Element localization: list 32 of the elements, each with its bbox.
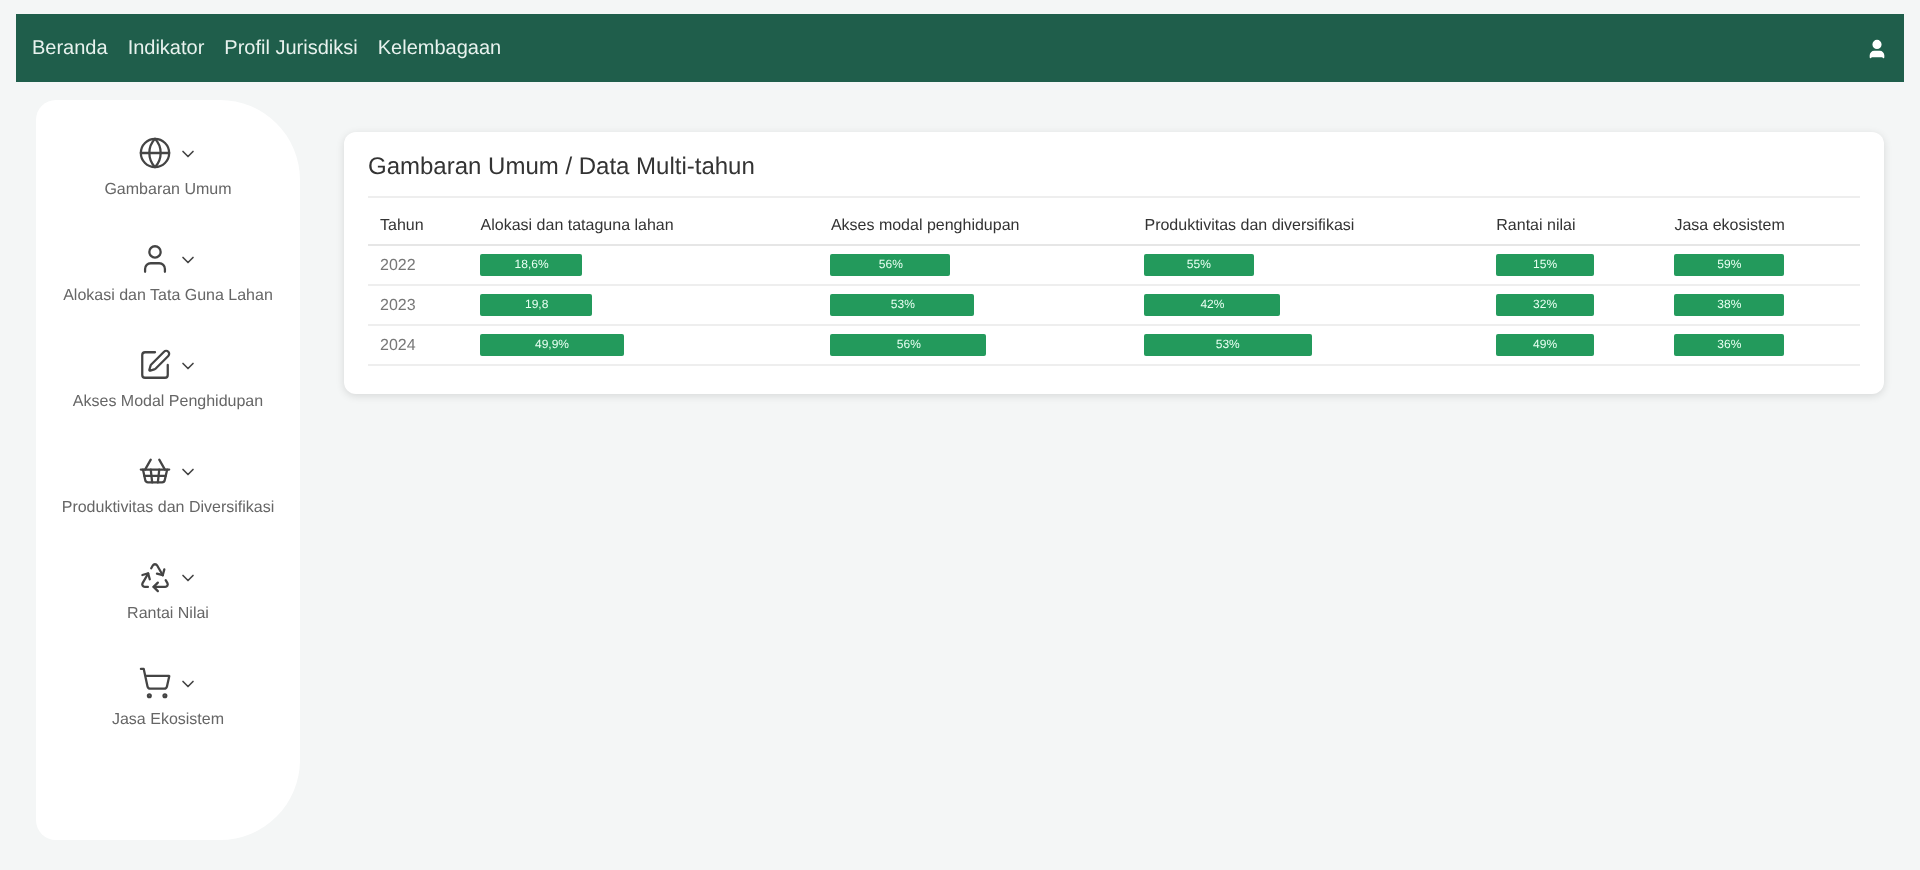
nav-link[interactable]: Profil Jurisdiksi bbox=[224, 37, 358, 59]
column-header: Alokasi dan tataguna lahan bbox=[468, 206, 819, 245]
sidebar-item[interactable]: Akses Modal Penghidupan bbox=[72, 348, 264, 410]
column-header: Produktivitas dan diversifikasi bbox=[1132, 206, 1485, 245]
sidebar-item[interactable]: Alokasi dan Tata Guna Lahan bbox=[63, 242, 273, 304]
edit-icon bbox=[138, 348, 172, 382]
sidebar-label: Produktivitas dan Diversifikasi bbox=[61, 498, 275, 516]
sidebar-item[interactable]: Rantai Nilai bbox=[127, 560, 209, 622]
sidebar-label: Gambaran Umum bbox=[104, 180, 232, 198]
sidebar-label: Akses Modal Penghidupan bbox=[72, 392, 264, 410]
sidebar-label: Rantai Nilai bbox=[127, 604, 209, 622]
user-icon[interactable] bbox=[1866, 37, 1888, 59]
sidebar-label: Alokasi dan Tata Guna Lahan bbox=[63, 286, 273, 304]
card-title: Gambaran Umum / Data Multi-tahun bbox=[368, 152, 1860, 198]
recycle-icon bbox=[138, 560, 172, 594]
column-header: Rantai nilai bbox=[1484, 206, 1663, 245]
sidebar-item[interactable]: Jasa Ekosistem bbox=[111, 666, 225, 728]
sidebar-item[interactable]: Produktivitas dan Diversifikasi bbox=[61, 454, 275, 516]
sidebar-item[interactable]: Gambaran Umum bbox=[104, 136, 232, 198]
globe-icon bbox=[137, 136, 172, 170]
column-header: Akses modal penghidupan bbox=[818, 206, 1133, 245]
year-cell: 2024 bbox=[368, 325, 469, 365]
sidebar-label: Jasa Ekosistem bbox=[111, 710, 225, 728]
year-cell: 2023 bbox=[368, 285, 469, 325]
nav-link[interactable]: Indikator bbox=[127, 37, 205, 59]
year-cell: 2022 bbox=[368, 245, 469, 285]
nav-link[interactable]: Kelembagaan bbox=[377, 37, 502, 59]
column-header: Tahun bbox=[368, 206, 469, 245]
nav-link[interactable]: Beranda bbox=[32, 37, 108, 59]
basket-icon bbox=[137, 454, 172, 488]
cart-icon bbox=[138, 666, 172, 700]
column-header: Jasa ekosistem bbox=[1662, 206, 1860, 245]
